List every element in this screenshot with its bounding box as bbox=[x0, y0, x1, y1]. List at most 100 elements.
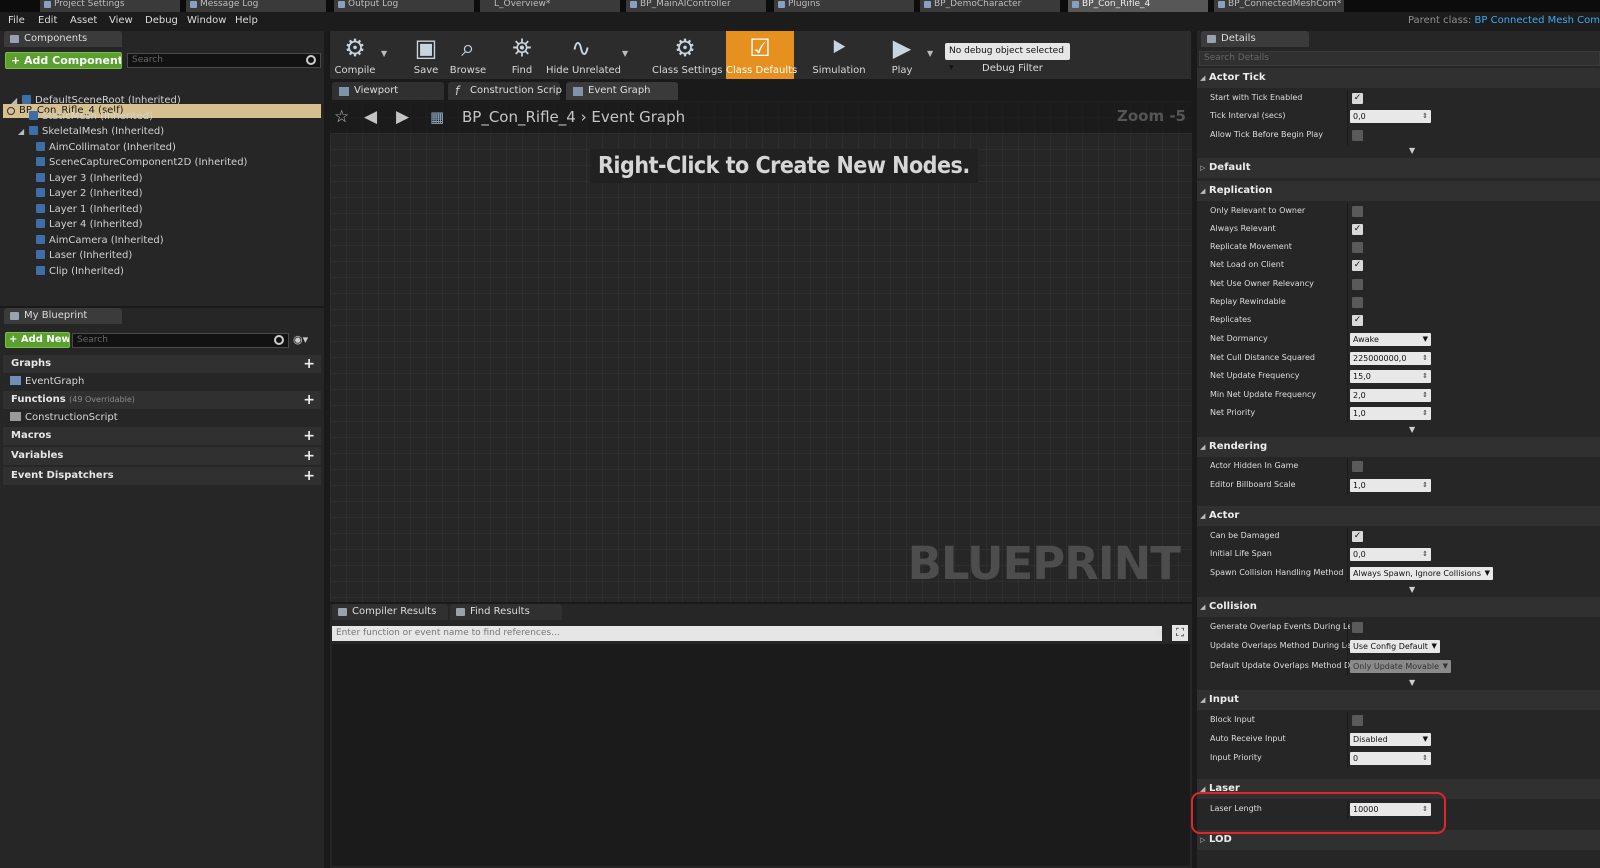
allow-tick-checkbox[interactable] bbox=[1352, 130, 1363, 141]
binoculars-icon[interactable]: ⛶ bbox=[1172, 625, 1188, 641]
find-references-input[interactable]: Enter function or event name to find ref… bbox=[332, 626, 1162, 641]
doc-tab-plugins[interactable]: Plugins bbox=[774, 0, 914, 12]
advanced-expand-icon[interactable]: ▼ bbox=[1409, 585, 1415, 594]
update-overlaps-select[interactable]: Use Config Default ▼ bbox=[1350, 640, 1440, 653]
hide-unrelated-button[interactable]: ∿ Hide Unrelated bbox=[546, 31, 621, 79]
net-update-field[interactable]: 15,0 ⇕ bbox=[1350, 370, 1431, 383]
spin-arrows-icon[interactable]: ⇕ bbox=[1422, 752, 1428, 765]
view-options-eye-icon[interactable]: ◉▾ bbox=[293, 333, 308, 346]
add-new-button[interactable]: + Add New bbox=[5, 332, 70, 348]
tab-viewport[interactable]: Viewport bbox=[332, 82, 444, 100]
doc-tab-project-settings[interactable]: Project Settings bbox=[40, 0, 180, 12]
category-event-dispatchers[interactable]: Event Dispatchers + bbox=[3, 467, 321, 485]
tree-item-default-scene-root[interactable]: ◢ DefaultSceneRoot (Inherited) bbox=[11, 94, 181, 108]
add-variable-icon[interactable]: + bbox=[303, 447, 315, 465]
advanced-expand-icon[interactable]: ▼ bbox=[1409, 146, 1415, 155]
my-blueprint-search-input[interactable]: Search bbox=[72, 333, 289, 348]
debug-object-select[interactable]: No debug object selected ▾ bbox=[945, 43, 1070, 73]
net-load-checkbox[interactable]: ✓ bbox=[1352, 260, 1363, 271]
menu-help[interactable]: Help bbox=[235, 15, 258, 26]
menu-asset[interactable]: Asset bbox=[70, 15, 97, 26]
breadcrumb-root[interactable]: BP_Con_Rifle_4 bbox=[462, 108, 576, 126]
tree-item-aim-collimator[interactable]: AimCollimator (Inherited) bbox=[36, 141, 176, 155]
block-input-checkbox[interactable] bbox=[1352, 715, 1363, 726]
parent-class-link[interactable]: BP Connected Mesh Com bbox=[1475, 15, 1600, 26]
browse-button[interactable]: ⌕ Browse bbox=[448, 31, 488, 79]
tree-item-static-mesh[interactable]: StaticMesh (Inherited) bbox=[29, 110, 153, 124]
always-relevant-checkbox[interactable]: ✓ bbox=[1352, 224, 1363, 235]
tree-item-layer-2[interactable]: Layer 2 (Inherited) bbox=[36, 187, 143, 201]
category-functions[interactable]: Functions (49 Overridable) + bbox=[3, 391, 321, 409]
start-with-tick-checkbox[interactable]: ✓ bbox=[1352, 93, 1363, 104]
replicates-checkbox[interactable]: ✓ bbox=[1352, 315, 1363, 326]
details-search-input[interactable]: Search Details bbox=[1199, 51, 1600, 66]
spin-arrows-icon[interactable]: ⇕ bbox=[1422, 548, 1428, 561]
replicate-movement-checkbox[interactable] bbox=[1352, 242, 1363, 253]
add-function-icon[interactable]: + bbox=[303, 391, 315, 409]
section-collision[interactable]: ◢ Collision bbox=[1197, 597, 1600, 617]
generate-overlap-checkbox[interactable] bbox=[1352, 622, 1363, 633]
spin-arrows-icon[interactable]: ⇕ bbox=[1422, 110, 1428, 123]
section-rendering[interactable]: ◢ Rendering bbox=[1197, 437, 1600, 457]
section-replication[interactable]: ◢ Replication bbox=[1197, 181, 1600, 201]
category-macros[interactable]: Macros + bbox=[3, 427, 321, 445]
add-graph-icon[interactable]: + bbox=[303, 355, 315, 373]
simulation-button[interactable]: ⯈ Simulation bbox=[810, 31, 868, 79]
add-component-button[interactable]: + Add Component bbox=[5, 52, 122, 69]
life-span-field[interactable]: 0,0 ⇕ bbox=[1350, 548, 1431, 561]
hide-unrelated-chevron-icon[interactable]: ▼ bbox=[622, 49, 628, 58]
components-search-input[interactable]: Search bbox=[127, 53, 321, 68]
menu-file[interactable]: File bbox=[8, 15, 25, 26]
save-button[interactable]: ▣ Save bbox=[406, 31, 446, 79]
add-event-dispatcher-icon[interactable]: + bbox=[303, 467, 315, 485]
category-variables[interactable]: Variables + bbox=[3, 447, 321, 465]
menu-window[interactable]: Window bbox=[187, 15, 226, 26]
play-button[interactable]: ▶ Play bbox=[882, 31, 922, 79]
menu-view[interactable]: View bbox=[109, 15, 133, 26]
compile-button[interactable]: ⚙ Compile bbox=[330, 31, 380, 79]
collapse-arrow-icon[interactable]: ◢ bbox=[18, 125, 24, 139]
category-graphs[interactable]: Graphs + bbox=[3, 355, 321, 373]
tab-construction-script[interactable]: f Construction Scrip bbox=[448, 82, 562, 100]
doc-tab-con-rifle[interactable]: BP_Con_Rifle_4 bbox=[1068, 0, 1208, 12]
only-relevant-checkbox[interactable] bbox=[1352, 206, 1363, 217]
favorite-star-icon[interactable]: ☆ bbox=[334, 107, 349, 127]
play-options-chevron-icon[interactable]: ▼ bbox=[927, 49, 933, 58]
section-default[interactable]: ▷ Default bbox=[1197, 158, 1600, 178]
doc-tab-connected-mesh[interactable]: BP_ConnectedMeshCom* bbox=[1214, 0, 1344, 12]
class-defaults-button[interactable]: ☑ Class Defaults bbox=[726, 31, 797, 79]
spin-arrows-icon[interactable]: ⇕ bbox=[1422, 407, 1428, 420]
auto-receive-input-select[interactable]: Disabled ▼ bbox=[1350, 733, 1431, 746]
tree-item-layer-4[interactable]: Layer 4 (Inherited) bbox=[36, 218, 143, 232]
back-arrow-icon[interactable]: ◀ bbox=[364, 107, 377, 127]
doc-tab-message-log[interactable]: Message Log bbox=[186, 0, 326, 12]
tree-item-aim-camera[interactable]: AimCamera (Inherited) bbox=[36, 234, 164, 248]
menu-debug[interactable]: Debug bbox=[145, 15, 178, 26]
tab-components[interactable]: Components bbox=[4, 31, 122, 47]
tree-item-layer-3[interactable]: Layer 3 (Inherited) bbox=[36, 172, 143, 186]
actor-hidden-checkbox[interactable] bbox=[1352, 461, 1363, 472]
spin-arrows-icon[interactable]: ⇕ bbox=[1422, 389, 1428, 402]
tree-item-clip[interactable]: Clip (Inherited) bbox=[36, 265, 124, 279]
tab-find-results[interactable]: Find Results bbox=[450, 604, 562, 620]
section-actor[interactable]: ◢ Actor bbox=[1197, 506, 1600, 526]
add-macro-icon[interactable]: + bbox=[303, 427, 315, 445]
input-priority-field[interactable]: 0 ⇕ bbox=[1350, 752, 1431, 765]
section-actor-tick[interactable]: ◢ Actor Tick bbox=[1197, 68, 1600, 88]
tree-item-laser[interactable]: Laser (Inherited) bbox=[36, 249, 132, 263]
tree-item-layer-1[interactable]: Layer 1 (Inherited) bbox=[36, 203, 143, 217]
section-input[interactable]: ◢ Input bbox=[1197, 690, 1600, 710]
doc-tab-demo-character[interactable]: BP_DemoCharacter bbox=[920, 0, 1060, 12]
search-icon[interactable]: ⌕ bbox=[1156, 625, 1163, 640]
tab-details[interactable]: Details bbox=[1201, 31, 1309, 47]
tab-event-graph[interactable]: Event Graph bbox=[566, 82, 678, 100]
class-settings-button[interactable]: ⚙ Class Settings bbox=[652, 31, 723, 79]
can-be-damaged-checkbox[interactable]: ✓ bbox=[1352, 531, 1363, 542]
advanced-expand-icon[interactable]: ▼ bbox=[1409, 678, 1415, 687]
tree-item-scene-capture[interactable]: SceneCaptureComponent2D (Inherited) bbox=[36, 156, 247, 170]
spin-arrows-icon[interactable]: ⇕ bbox=[1422, 370, 1428, 383]
graph-canvas[interactable]: ☆ ◀ ▶ ▦ BP_Con_Rifle_4 › Event Graph Zoo… bbox=[330, 101, 1192, 602]
min-net-update-field[interactable]: 2,0 ⇕ bbox=[1350, 389, 1431, 402]
menu-edit[interactable]: Edit bbox=[38, 15, 57, 26]
spin-arrows-icon[interactable]: ⇕ bbox=[1422, 352, 1428, 365]
